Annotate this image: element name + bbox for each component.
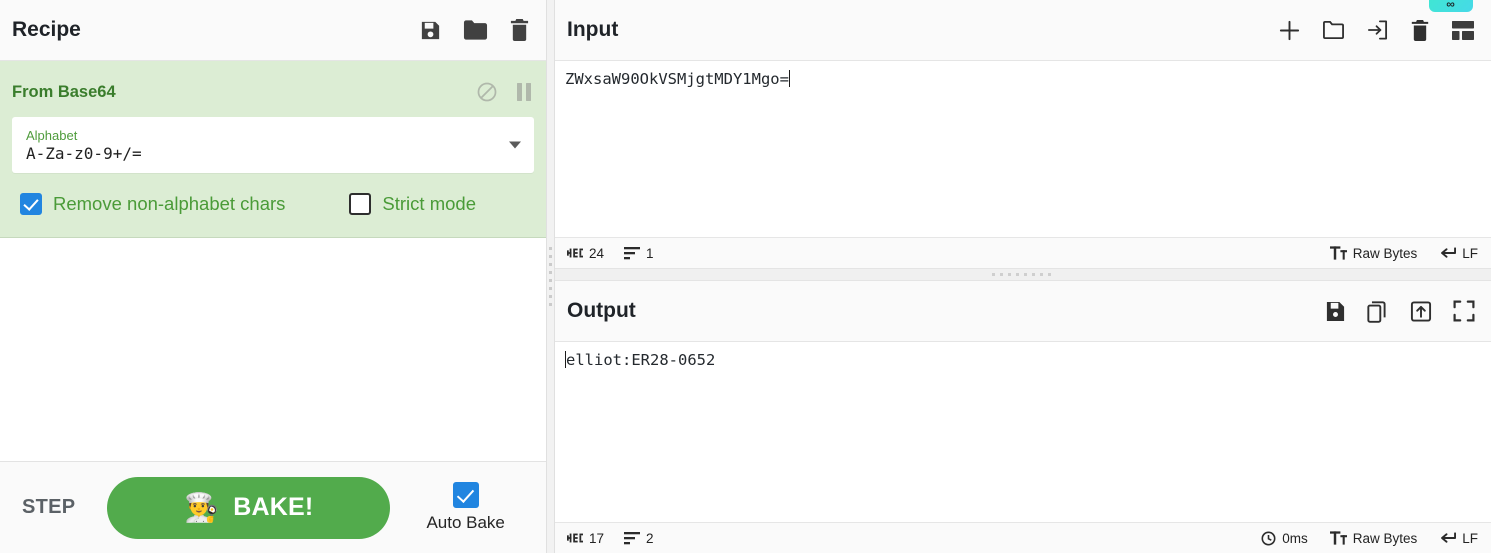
checkbox-box[interactable] (349, 193, 372, 215)
output-title: Output (567, 299, 636, 322)
output-lines-group: 2 (624, 531, 654, 546)
add-input-tab-icon[interactable] (1278, 19, 1301, 42)
output-encoding-value: Raw Bytes (1352, 530, 1418, 546)
input-line-ending-value: LF (1462, 245, 1478, 261)
remove-non-alphabet-chars-checkbox[interactable]: Remove non-alphabet chars (20, 193, 285, 215)
magic-badge[interactable]: ∞ (1429, 0, 1473, 12)
input-encoding-group[interactable]: Raw Bytes (1329, 245, 1418, 261)
io-pane: Input ZWxsaW90OkVSMjgtMDY1Mgo= 24 1 Raw … (555, 0, 1491, 553)
lines-icon (624, 246, 641, 260)
checkbox-box[interactable] (20, 193, 42, 215)
output-panel: Output elliot:ER28-0652 17 2 0ms Raw Byt… (555, 281, 1491, 553)
recipe-title-bar: Recipe (0, 0, 546, 61)
input-textarea[interactable]: ZWxsaW90OkVSMjgtMDY1Mgo= (555, 61, 1491, 237)
abc-icon (567, 247, 583, 259)
input-title-bar: Input (555, 0, 1491, 61)
disable-operation-icon[interactable] (476, 81, 498, 103)
operation-header-icons (476, 81, 532, 103)
input-lines-value: 1 (646, 245, 654, 261)
recipe-io-splitter[interactable] (546, 0, 555, 553)
input-panel: Input ZWxsaW90OkVSMjgtMDY1Mgo= 24 1 Raw … (555, 0, 1491, 268)
output-textarea[interactable]: elliot:ER28-0652 (555, 342, 1491, 522)
alphabet-select[interactable]: Alphabet A-Za-z0-9+/= (12, 117, 534, 173)
return-arrow-icon (1439, 531, 1457, 545)
operation-header: From Base64 (0, 61, 546, 111)
input-lines-group: 1 (624, 246, 654, 261)
output-line-ending-group[interactable]: LF (1439, 531, 1478, 546)
recipe-operation[interactable]: From Base64 Alphabet A-Za-z0-9+/= Remove… (0, 61, 546, 238)
operation-title: From Base64 (12, 82, 116, 101)
chef-icon: 👨‍🍳 (184, 491, 220, 523)
clear-recipe-icon[interactable] (509, 18, 530, 42)
recipe-operation-list: From Base64 Alphabet A-Za-z0-9+/= Remove… (0, 61, 546, 238)
strict-mode-checkbox[interactable]: Strict mode (349, 193, 476, 215)
output-duration-value: 0ms (1282, 530, 1308, 546)
output-title-bar: Output (555, 281, 1491, 342)
output-line-ending-value: LF (1462, 530, 1478, 546)
input-title: Input (567, 18, 619, 41)
chevron-down-icon[interactable] (509, 141, 521, 149)
checkbox-label: Remove non-alphabet chars (53, 193, 286, 214)
font-size-icon (1329, 531, 1347, 545)
output-title-icons (1325, 300, 1475, 323)
clock-icon (1261, 531, 1276, 546)
output-lines-value: 2 (646, 530, 654, 546)
copy-output-icon[interactable] (1367, 300, 1389, 323)
step-button[interactable]: STEP (18, 490, 79, 525)
recipe-drop-area[interactable] (0, 238, 546, 461)
auto-bake-checkbox[interactable] (452, 482, 479, 508)
lines-icon (624, 531, 641, 545)
save-output-icon[interactable] (1325, 300, 1346, 323)
splitter-grip (992, 273, 1054, 276)
input-status-bar: 24 1 Raw Bytes LF (555, 237, 1491, 268)
alphabet-label: Alphabet (26, 127, 78, 143)
input-line-ending-group[interactable]: LF (1439, 246, 1478, 261)
clear-io-icon[interactable] (1410, 19, 1430, 42)
output-encoding-group[interactable]: Raw Bytes (1329, 530, 1418, 546)
breakpoint-operation-icon[interactable] (516, 82, 532, 102)
splitter-grip (549, 246, 552, 307)
recipe-pane: Recipe From Base64 Alphabet A-Za-z0-9+/=… (0, 0, 546, 553)
input-output-splitter[interactable] (555, 268, 1491, 281)
output-length-value: 17 (589, 530, 605, 546)
save-recipe-icon[interactable] (419, 19, 442, 42)
recipe-controls: STEP 👨‍🍳 BAKE! Auto Bake (0, 461, 546, 553)
open-folder-as-input-icon[interactable] (1322, 19, 1345, 41)
recipe-title-icons (419, 18, 530, 42)
font-size-icon (1329, 246, 1347, 260)
replace-input-with-output-icon[interactable] (1410, 300, 1432, 323)
input-length-group: 24 (567, 246, 604, 261)
auto-bake-label: Auto Bake (426, 513, 505, 532)
checkbox-label: Strict mode (382, 193, 476, 214)
bake-button[interactable]: 👨‍🍳 BAKE! (107, 476, 391, 539)
cyberchef-app: Recipe From Base64 Alphabet A-Za-z0-9+/=… (0, 0, 1491, 553)
reset-pane-layout-icon[interactable] (1451, 20, 1475, 41)
auto-bake-toggle[interactable]: Auto Bake (426, 482, 505, 533)
output-status-bar: 17 2 0ms Raw Bytes LF (555, 522, 1491, 553)
open-file-as-input-icon[interactable] (1366, 19, 1389, 41)
input-title-icons (1278, 19, 1475, 42)
load-recipe-icon[interactable] (463, 19, 488, 41)
return-arrow-icon (1439, 246, 1457, 260)
bake-button-label: BAKE! (233, 493, 314, 521)
operation-checkboxes: Remove non-alphabet chars Strict mode (20, 193, 546, 215)
input-encoding-value: Raw Bytes (1352, 245, 1418, 261)
output-duration-group: 0ms (1261, 531, 1308, 546)
input-length-value: 24 (589, 245, 605, 261)
recipe-title: Recipe (12, 18, 81, 41)
alphabet-value: A-Za-z0-9+/= (26, 143, 142, 163)
output-length-group: 17 (567, 531, 604, 546)
maximise-output-icon[interactable] (1453, 300, 1475, 322)
abc-icon (567, 532, 583, 544)
